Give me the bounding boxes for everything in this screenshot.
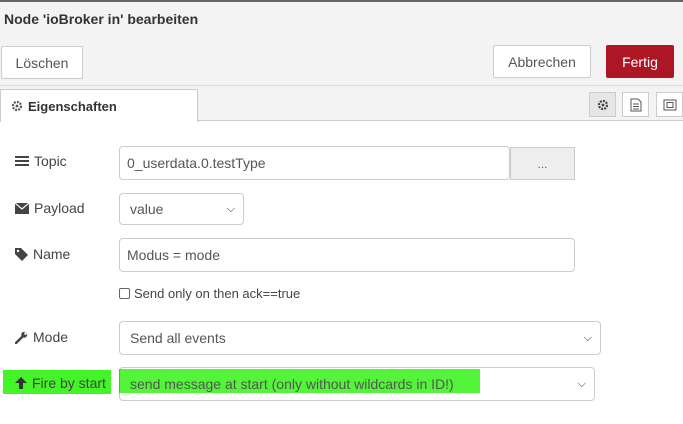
ack-checkbox-row[interactable]: Send only on then ack==true bbox=[119, 286, 300, 301]
envelope-icon bbox=[15, 202, 29, 214]
ack-checkbox-label: Send only on then ack==true bbox=[134, 286, 301, 301]
gear-icon bbox=[597, 99, 608, 110]
name-input[interactable]: Modus = mode bbox=[119, 238, 575, 272]
payload-label: Payload bbox=[15, 200, 85, 216]
wrench-icon bbox=[15, 331, 28, 344]
gear-icon bbox=[11, 100, 23, 112]
frame-icon bbox=[663, 99, 676, 110]
arrow-up-icon bbox=[15, 377, 27, 389]
ack-checkbox[interactable] bbox=[119, 288, 130, 299]
settings-tab-button[interactable] bbox=[589, 92, 616, 117]
tab-properties[interactable]: Eigenschaften bbox=[0, 89, 198, 122]
done-button[interactable]: Fertig bbox=[606, 45, 674, 78]
topic-input[interactable]: 0_userdata.0.testType bbox=[119, 146, 510, 180]
payload-select[interactable]: value ⌵ bbox=[119, 193, 244, 225]
dialog-titlebar: Node 'ioBroker in' bearbeiten bbox=[0, 0, 683, 38]
fire-by-start-label: Fire by start bbox=[15, 375, 106, 391]
topic-label: Topic bbox=[15, 153, 67, 169]
chevron-down-icon: ⌵ bbox=[577, 377, 586, 390]
dialog-toolbar: Löschen Abbrechen Fertig bbox=[0, 38, 683, 86]
delete-button[interactable]: Löschen bbox=[1, 46, 83, 79]
mode-label: Mode bbox=[15, 329, 68, 345]
tag-icon bbox=[15, 247, 28, 261]
file-text-icon bbox=[630, 98, 641, 111]
dialog-title: Node 'ioBroker in' bearbeiten bbox=[4, 11, 199, 27]
name-label: Name bbox=[15, 246, 70, 262]
tab-properties-label: Eigenschaften bbox=[28, 98, 117, 114]
browse-button[interactable]: ... bbox=[510, 147, 575, 180]
description-tab-button[interactable] bbox=[622, 92, 649, 117]
chevron-down-icon: ⌵ bbox=[583, 331, 592, 344]
list-icon bbox=[15, 156, 29, 166]
tab-bar: Eigenschaften bbox=[0, 86, 683, 122]
appearance-tab-button[interactable] bbox=[656, 92, 683, 117]
mode-select[interactable]: Send all events ⌵ bbox=[119, 321, 601, 355]
cancel-button[interactable]: Abbrechen bbox=[493, 45, 591, 78]
fire-by-start-select[interactable]: send message at start (only without wild… bbox=[119, 367, 595, 401]
chevron-down-icon: ⌵ bbox=[226, 202, 235, 215]
